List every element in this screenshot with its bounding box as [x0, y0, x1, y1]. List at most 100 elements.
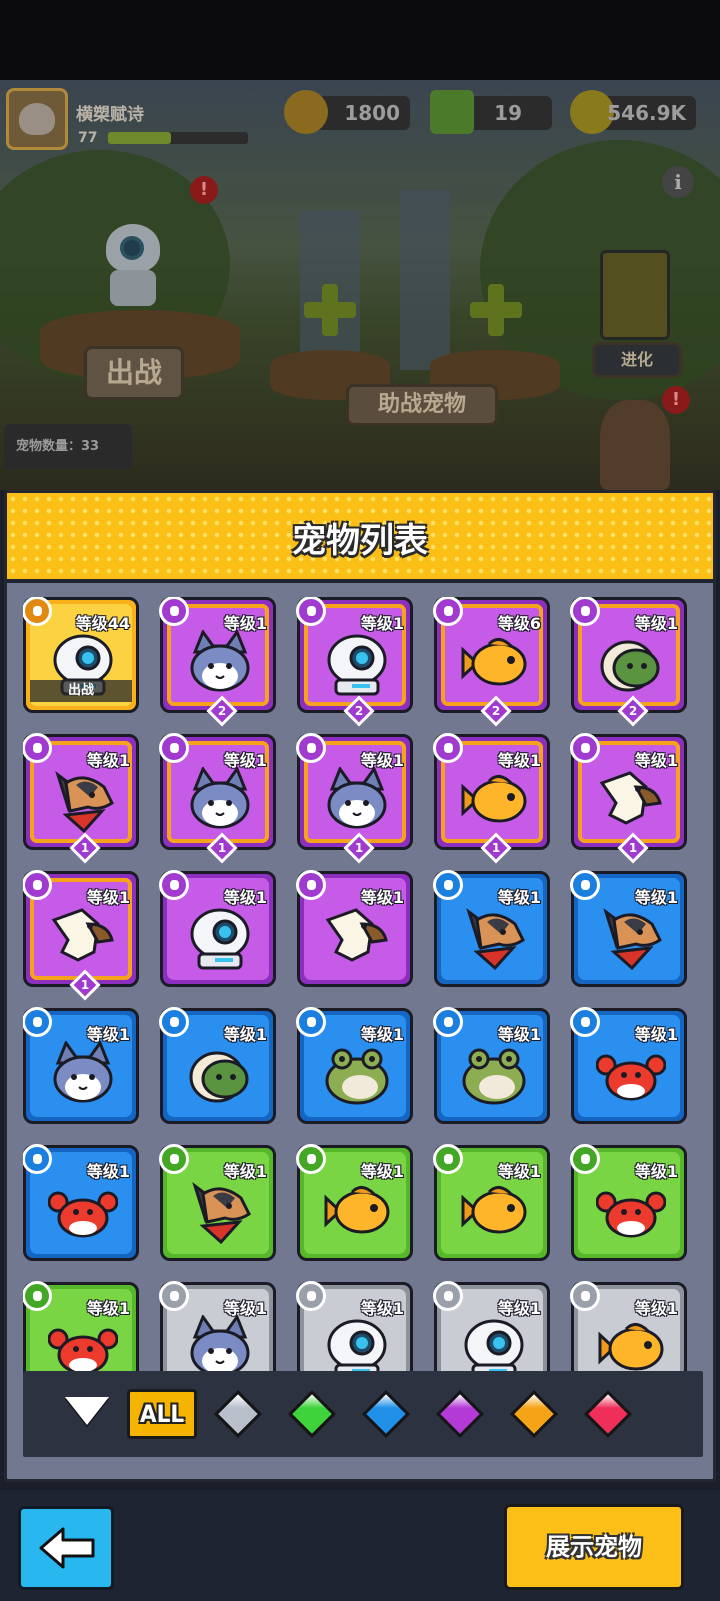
player-avatar[interactable] — [6, 88, 68, 150]
pet-level: 等级1 — [634, 614, 678, 633]
pet-tile-crab[interactable]: 等级1 — [570, 1144, 687, 1261]
evolve-button[interactable]: 进化 — [592, 342, 682, 378]
green-gem-filter-icon[interactable] — [287, 1389, 337, 1439]
pet-tile-turtle[interactable]: 等级1 — [159, 1007, 276, 1124]
purple-gem-filter-icon[interactable] — [435, 1389, 485, 1439]
pet-copy-count-value: 1 — [80, 841, 90, 855]
turtle-type-icon — [433, 597, 463, 626]
pet-tile-eagle[interactable]: 等级1 1 — [570, 733, 687, 864]
coin-type-icon — [433, 1007, 463, 1037]
pet-level: 等级1 — [223, 1025, 267, 1044]
pet-tile-eagle[interactable]: 等级1 — [296, 870, 413, 987]
pet-tile-husky[interactable]: 等级1 1 — [159, 733, 276, 864]
pet-tile-fish[interactable]: 等级1 — [570, 1281, 687, 1377]
fish-pet-icon — [596, 1315, 666, 1377]
husky-pet-icon — [48, 1039, 118, 1107]
orange-gem-filter-icon[interactable] — [509, 1389, 559, 1439]
eagle-type-icon — [570, 1144, 600, 1174]
gray-gem-filter-icon[interactable] — [213, 1389, 263, 1439]
xp-fill — [108, 132, 171, 144]
pet-tile-dog[interactable]: 等级1 — [570, 870, 687, 987]
fish-pet-icon — [459, 630, 529, 696]
green-gem-plus-icon[interactable] — [430, 90, 474, 134]
dog-pet-icon — [185, 1178, 255, 1245]
pet-copy-count-value: 1 — [491, 841, 501, 855]
pet-tile-fish[interactable]: 等级1 1 — [433, 733, 550, 864]
coin-type-icon — [296, 1007, 326, 1037]
eagle-type-icon — [23, 870, 52, 900]
pet-copy-count-value: 1 — [80, 978, 90, 992]
turtle-type-icon — [433, 1144, 463, 1174]
pet-tile-turtle[interactable]: 等级1 2 — [570, 597, 687, 727]
turtle-type-icon — [296, 1144, 326, 1174]
pet-level: 等级1 — [86, 1299, 130, 1318]
pet-tile-frog[interactable]: 等级1 — [433, 1007, 550, 1124]
pet-tile-husky[interactable]: 等级1 — [159, 1281, 276, 1377]
assist-pets-button[interactable]: 助战宠物 — [346, 384, 498, 426]
pet-level: 等级1 — [223, 1162, 267, 1181]
pet-tile-husky[interactable]: 等级1 2 — [159, 597, 276, 727]
eagle-type-icon — [570, 733, 600, 763]
pet-tile-eagle[interactable]: 等级1 1 — [23, 870, 139, 1001]
pet-tile-crab[interactable]: 等级1 — [570, 1007, 687, 1124]
deploy-button[interactable]: 出战 — [84, 346, 184, 400]
pet-tile-husky[interactable]: 等级1 1 — [296, 733, 413, 864]
robot-pet-icon — [459, 1315, 529, 1377]
pet-tile-fish[interactable]: 等级1 — [296, 1144, 413, 1261]
pet-level: 等级1 — [360, 888, 404, 907]
turtle-type-icon — [570, 1281, 600, 1311]
info-icon[interactable]: i — [662, 166, 694, 198]
husky-pet-icon — [185, 765, 255, 833]
show-pet-button[interactable]: 展示宠物 — [504, 1504, 684, 1590]
gold-counter[interactable]: 546.9K — [570, 90, 696, 134]
pet-copy-count-value: 2 — [628, 704, 638, 718]
red-gem-filter-icon[interactable] — [583, 1389, 633, 1439]
deployed-pet-robot[interactable] — [100, 214, 166, 314]
blue-gem-filter-icon[interactable] — [361, 1389, 411, 1439]
pet-level: 等级1 — [497, 751, 541, 770]
pet-copy-count-value: 1 — [354, 841, 364, 855]
turtle-type-icon — [570, 597, 600, 626]
pet-level: 等级1 — [497, 1025, 541, 1044]
pet-tile-crab[interactable]: 等级1 — [23, 1281, 139, 1377]
pet-tile-frog[interactable]: 等级1 — [296, 1007, 413, 1124]
turtle-type-icon — [159, 1007, 189, 1037]
dog-type-icon — [296, 597, 326, 626]
dog-type-icon — [433, 870, 463, 900]
sort-dropdown-icon[interactable] — [65, 1397, 109, 1425]
pet-level: 等级1 — [86, 1162, 130, 1181]
alert-icon: ! — [190, 176, 218, 204]
crab-pet-icon — [595, 1041, 667, 1107]
player-name: 横槊赋诗 — [76, 105, 144, 125]
pet-tile-dog[interactable]: 等级1 1 — [23, 733, 139, 864]
husky-pet-icon — [185, 628, 255, 696]
coin-type-icon — [159, 733, 189, 763]
pet-tile-robot[interactable]: 等级1 — [433, 1281, 550, 1377]
gem-counter[interactable]: 19 — [430, 90, 552, 134]
pet-tile-dog[interactable]: 等级1 — [159, 1144, 276, 1261]
pet-tile-dog[interactable]: 等级1 — [433, 870, 550, 987]
eagle-type-icon — [23, 1281, 52, 1311]
fish-pet-icon — [322, 1178, 392, 1244]
pet-tile-fish[interactable]: 等级6 2 — [433, 597, 550, 727]
pet-tile-fish[interactable]: 等级1 — [433, 1144, 550, 1261]
back-arrow-icon — [39, 1527, 95, 1569]
pet-tile-robot[interactable]: 等级1 2 — [296, 597, 413, 727]
dog-pet-icon — [48, 767, 118, 834]
pet-tile-robot[interactable]: 等级1 — [159, 870, 276, 987]
pet-tile-robot[interactable]: 等级1 — [296, 1281, 413, 1377]
filter-all-button[interactable]: ALL — [127, 1389, 197, 1439]
pet-copy-count-value: 2 — [354, 704, 364, 718]
top-hud: 横槊赋诗 77 1800 19 546.9K — [0, 82, 720, 152]
eagle-pet-icon — [48, 904, 118, 970]
pet-level: 等级1 — [634, 1025, 678, 1044]
robot-pet-icon — [322, 630, 392, 696]
pet-copy-count-value: 1 — [217, 841, 227, 855]
coin-type-icon — [159, 1281, 189, 1311]
pet-tile-husky[interactable]: 等级1 — [23, 1007, 139, 1124]
pet-tile-robot[interactable]: 等级44 出战 — [23, 597, 139, 713]
robot-pet-icon — [322, 1315, 392, 1377]
back-button[interactable] — [18, 1506, 114, 1590]
equipped-label: 出战 — [30, 680, 132, 702]
pet-tile-crab[interactable]: 等级1 — [23, 1144, 139, 1261]
